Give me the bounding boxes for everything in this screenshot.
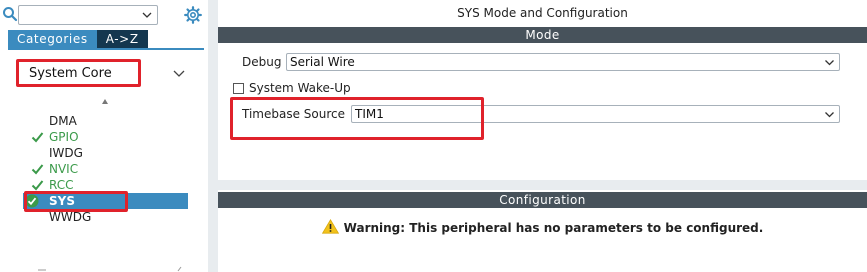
tabs-underline	[8, 48, 204, 50]
section-separator	[218, 180, 867, 190]
chevron-down-icon[interactable]	[172, 66, 186, 80]
chevron-down-icon[interactable]	[824, 109, 835, 120]
gear-icon[interactable]	[184, 6, 202, 24]
mode-section-header: Mode	[218, 27, 867, 43]
debug-select[interactable]: Serial Wire	[286, 53, 840, 71]
highlight-box-sys	[24, 191, 128, 212]
view-tabs: Categories A->Z	[8, 30, 148, 48]
configuration-section-header: Configuration	[218, 192, 867, 208]
mode-configuration-panel: SYS Mode and Configuration Mode Debug Se…	[218, 0, 867, 272]
chevron-down-icon[interactable]	[141, 9, 153, 21]
warning-icon	[321, 219, 339, 234]
check-icon	[31, 132, 44, 143]
peripheral-label: GPIO	[49, 130, 79, 144]
search-icon[interactable]	[2, 6, 18, 22]
system-wakeup-label: System Wake-Up	[249, 81, 351, 95]
peripheral-label: NVIC	[49, 162, 79, 176]
peripheral-item-iwdg[interactable]: IWDG	[0, 145, 188, 161]
chevron-down-icon[interactable]	[824, 57, 835, 68]
debug-select-value: Serial Wire	[290, 55, 355, 69]
warning-text: Warning: This peripheral has no paramete…	[343, 221, 764, 235]
mode-section: Debug Serial Wire System Wake-Up Timebas…	[218, 43, 867, 180]
search-input[interactable]	[18, 5, 158, 25]
peripheral-label: DMA	[49, 114, 77, 128]
peripheral-item-nvic[interactable]: NVIC	[0, 161, 188, 177]
peripheral-tree-panel: Categories A->Z System Core DMA GPIO IWD…	[0, 0, 208, 272]
check-icon	[31, 180, 44, 191]
page-title: SYS Mode and Configuration	[457, 6, 628, 20]
peripheral-label: RCC	[49, 178, 74, 192]
peripheral-item-dma[interactable]: DMA	[0, 113, 188, 129]
debug-label: Debug	[242, 55, 282, 69]
peripheral-label: IWDG	[49, 146, 83, 160]
stm32cubemx-window: Categories A->Z System Core DMA GPIO IWD…	[0, 0, 867, 272]
check-icon	[31, 164, 44, 175]
tab-a-to-z[interactable]: A->Z	[96, 30, 148, 48]
panel-splitter[interactable]	[208, 0, 218, 272]
peripheral-item-gpio[interactable]: GPIO	[0, 129, 188, 145]
sort-arrow-icon[interactable]	[101, 98, 109, 106]
highlight-box-category	[16, 59, 141, 87]
scroll-indicator[interactable]	[38, 266, 188, 272]
system-wakeup-checkbox[interactable]	[233, 83, 244, 94]
search-row	[0, 4, 208, 26]
peripheral-label: WWDG	[49, 210, 92, 224]
tab-categories[interactable]: Categories	[8, 30, 97, 48]
highlight-box-timebase	[230, 97, 484, 140]
no-parameters-warning: Warning: This peripheral has no paramete…	[218, 219, 867, 235]
